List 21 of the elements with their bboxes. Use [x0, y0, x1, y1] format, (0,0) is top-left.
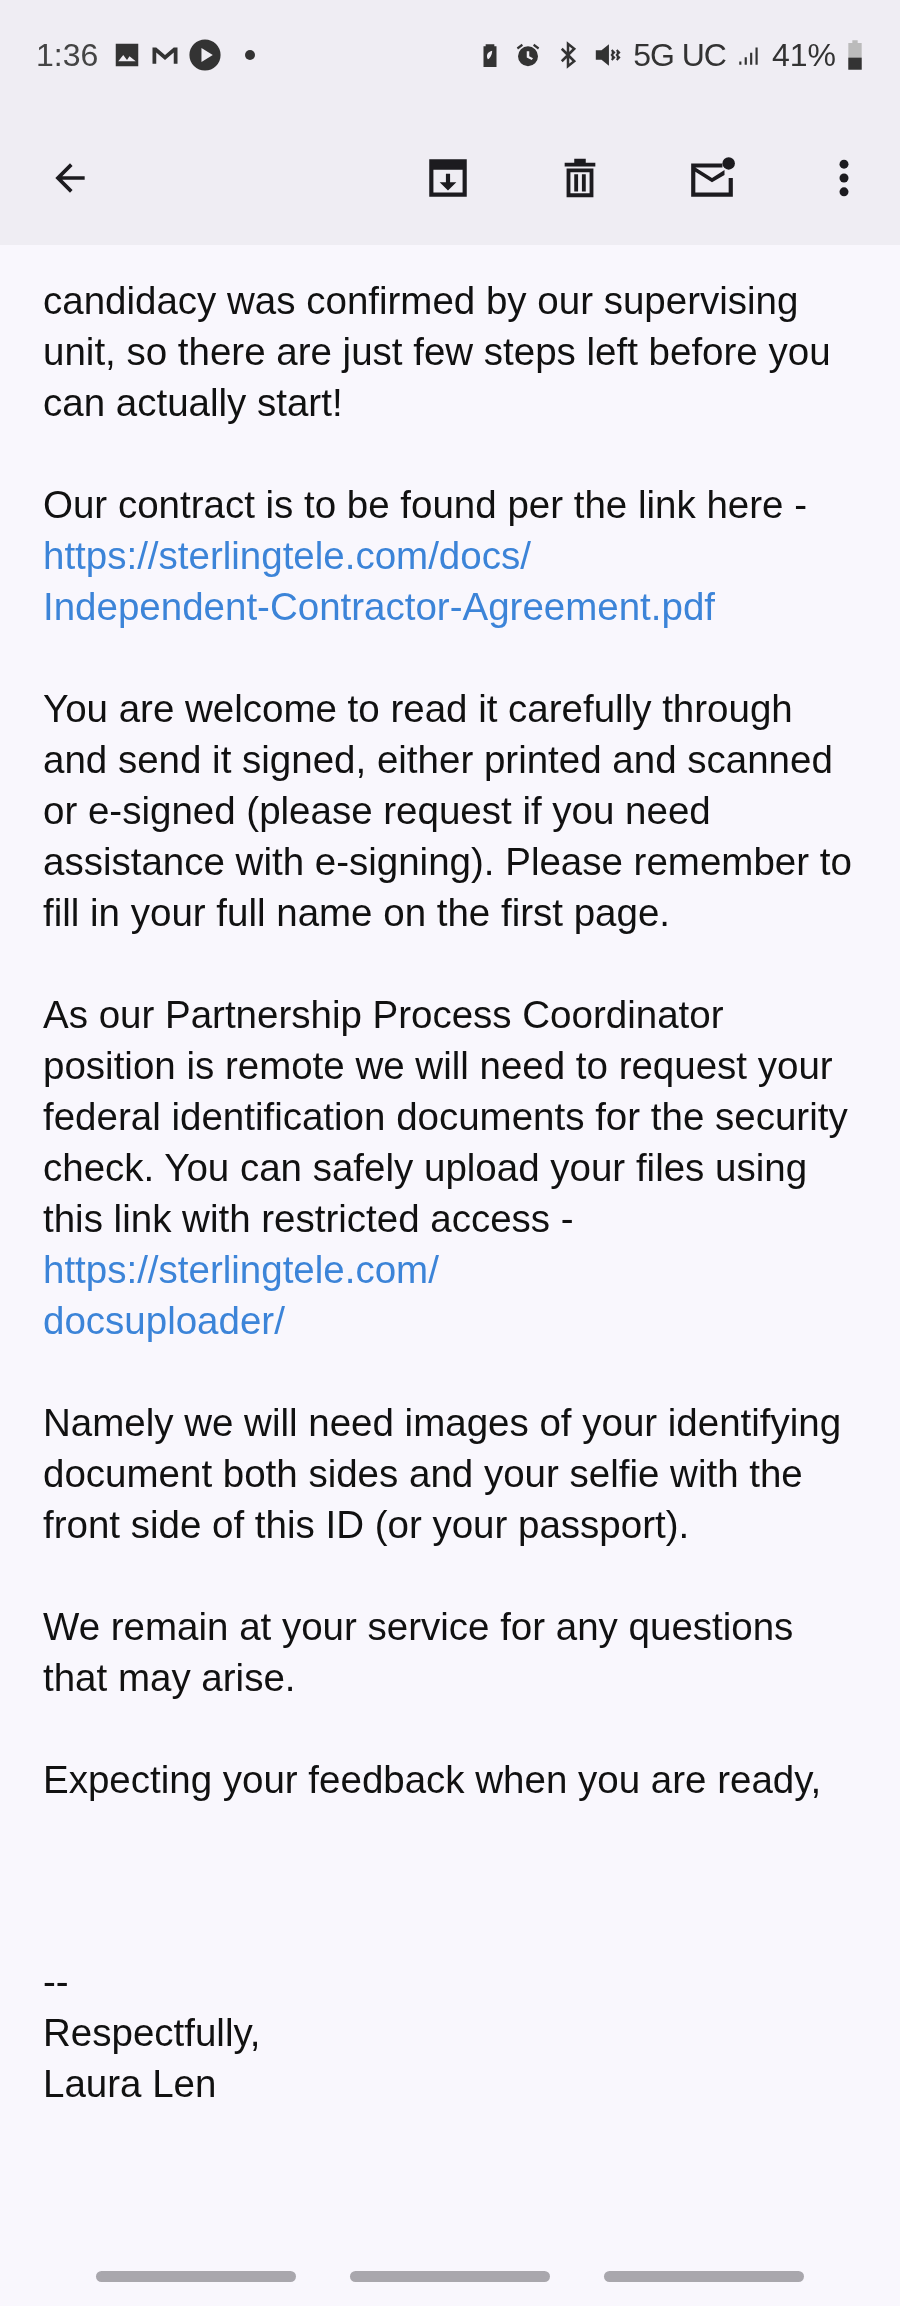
email-paragraph: Expecting your feedback when you are ready, [43, 1757, 823, 1803]
battery-icon [846, 39, 864, 71]
email-link[interactable]: https://sterlingtele.com/docs/ [43, 534, 531, 577]
email-paragraph: As our Partnership Process Coordinator position is remote we will need to request your federal identification documents for the security check. You can safely upload your files using this link with restricted access - https://sterlingtele.com/ docsuploader/ [43, 992, 849, 1344]
play-icon [188, 38, 223, 72]
clock: 1:36 [36, 36, 99, 75]
email-paragraph: candidacy was confirmed by our supervising unit, so there are just few steps left before you can actually start! [43, 278, 832, 426]
email-paragraph: Namely we will need images of your identifying document both sides and your selfie with the front side of this ID (or your passport). [43, 1400, 843, 1548]
signature-line: Respectfully, [43, 2010, 262, 2056]
dot-icon [244, 49, 257, 61]
signature-line: Laura Len [43, 2061, 218, 2107]
email-paragraph: Our contract is to be found per the link here - https://sterlingtele.com/docs/ Independent-Contractor-Agreement.pdf [43, 482, 808, 630]
battery-percent: 41% [771, 36, 836, 75]
email-paragraph: You are welcome to read it carefully through and send it signed, either printed and scanned or e-signed (please request if you need assistance with e-signing). Please remember to fill in your full name on the first page. [43, 686, 853, 936]
email-paragraph: We remain at your service for any questions that may arise. [43, 1604, 795, 1701]
email-link[interactable]: https://sterlingtele.com/ [43, 1248, 439, 1291]
signature-line: -- [43, 1959, 70, 2005]
network-type: 5G UC [633, 36, 726, 75]
email-link[interactable]: docsuploader/ [43, 1299, 285, 1342]
email-link[interactable]: Independent-Contractor-Agreement.pdf [43, 585, 716, 628]
more-vertical-icon [838, 158, 850, 197]
